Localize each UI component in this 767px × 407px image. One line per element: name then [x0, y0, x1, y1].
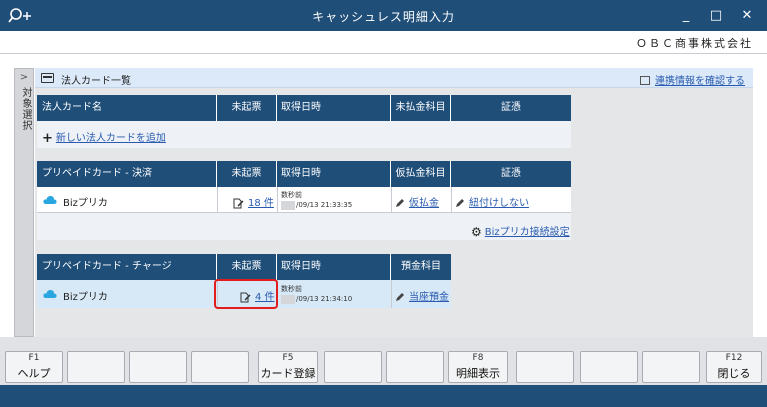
account-cell[interactable]: 仮払金	[395, 194, 439, 209]
f8-detail-view-button[interactable]: F8 明細表示	[448, 351, 508, 383]
fkey-button[interactable]	[191, 351, 249, 383]
section-header: 法人カード一覧 連携情報を確認する	[35, 68, 753, 88]
fkey-button[interactable]	[642, 351, 700, 383]
masked-year	[281, 294, 295, 304]
export-icon	[640, 76, 650, 85]
col-header: 証憑	[501, 102, 521, 113]
target-selection-panel[interactable]: > 対象選択	[14, 68, 34, 337]
cloud-icon	[43, 196, 57, 204]
table-header: プリペイドカード - チャージ 未起票 取得日時 預金科目	[37, 254, 451, 280]
divider	[0, 53, 767, 54]
card-name: Bizプリカ	[63, 198, 108, 209]
acquired-time: /09/13 21:34:10	[296, 295, 353, 303]
f5-card-register-button[interactable]: F5 カード登録	[258, 351, 318, 383]
gear-icon: ⚙	[471, 225, 482, 239]
table-row[interactable]: Bizプリカ 18 件 数秒前 /09/13 21:33:35 仮払金 紐付けし…	[37, 187, 571, 213]
expand-icon[interactable]: >	[15, 72, 33, 83]
function-key-bar: F1 ヘルプ F5 カード登録 F8 明細表示 F12 閉じる	[0, 337, 767, 385]
evidence-cell[interactable]: 紐付けしない	[455, 194, 529, 209]
fkey-label: ヘルプ	[17, 367, 51, 380]
fkey-number: F12	[725, 353, 743, 363]
title-bar: キャッシュレス明細入力 _ □ ✕	[0, 0, 767, 31]
credit-card-icon	[41, 73, 54, 83]
add-card-link[interactable]: 新しい法人カードを追加	[56, 133, 166, 144]
col-header: 取得日時	[277, 161, 391, 187]
col-divider	[451, 187, 452, 213]
add-card-row[interactable]: + 新しい法人カードを追加	[42, 129, 166, 146]
col-divider	[277, 187, 278, 213]
fkey-button[interactable]	[516, 351, 574, 383]
col-divider	[391, 187, 392, 213]
close-button[interactable]: ✕	[737, 6, 757, 26]
account-cell[interactable]: 当座預金	[395, 288, 449, 303]
section-title: 法人カード一覧	[61, 76, 131, 87]
fkey-button[interactable]	[129, 351, 187, 383]
highlight-box	[214, 279, 278, 309]
acquired-time-cell: 数秒前 /09/13 21:33:35	[281, 190, 352, 210]
fkey-label: 閉じる	[717, 367, 751, 380]
plus-icon: +	[42, 131, 53, 146]
mapping-info-link[interactable]: 連携情報を確認する	[655, 76, 745, 87]
fkey-number: F8	[472, 353, 484, 363]
fkey-label: 明細表示	[456, 367, 500, 380]
unposted-count-link[interactable]: 18 件	[248, 198, 274, 209]
account-link[interactable]: 当座預金	[409, 292, 449, 303]
fkey-number: F5	[282, 353, 294, 363]
table-header: 法人カード名 未起票 取得日時 未払金科目 証憑	[37, 95, 571, 121]
masked-year	[281, 200, 295, 210]
fkey-button[interactable]	[580, 351, 638, 383]
col-header: プリペイドカード - 決済	[37, 161, 217, 187]
col-divider	[391, 280, 392, 308]
acquired-time-cell: 数秒前 /09/13 21:34:10	[281, 284, 352, 304]
f1-help-button[interactable]: F1 ヘルプ	[5, 351, 63, 383]
prepaid-settlement-table: プリペイドカード - 決済 未起票 取得日時 仮払金科目 証憑 Bizプリカ 1…	[37, 161, 571, 240]
fkey-label: カード登録	[260, 367, 316, 380]
col-header: 仮払金科目	[391, 161, 451, 187]
col-header: 未起票	[217, 95, 277, 121]
col-header: 未起票	[217, 161, 277, 187]
acquired-time: /09/13 21:33:35	[296, 201, 353, 209]
fkey-number: F1	[28, 353, 40, 363]
pencil-icon	[396, 293, 404, 301]
cloud-icon	[43, 290, 57, 298]
col-header: 取得日時	[277, 254, 391, 280]
acquired-relative: 数秒前	[281, 285, 302, 293]
corporate-card-table: 法人カード名 未起票 取得日時 未払金科目 証憑 + 新しい法人カードを追加	[37, 95, 571, 148]
company-name: ＯＢＣ商事株式会社	[636, 37, 753, 50]
col-header: 未起票	[217, 254, 277, 280]
col-header: 証憑	[501, 168, 521, 179]
evidence-link[interactable]: 紐付けしない	[469, 198, 529, 209]
minimize-button[interactable]: _	[676, 6, 696, 26]
card-name: Bizプリカ	[63, 292, 108, 303]
fkey-button[interactable]	[67, 351, 125, 383]
col-header: 法人カード名	[37, 95, 217, 121]
window-title: キャッシュレス明細入力	[312, 10, 455, 24]
pencil-icon	[396, 199, 404, 207]
sidebar-label: 対象選択	[20, 87, 31, 131]
fkey-button[interactable]	[324, 351, 382, 383]
account-link[interactable]: 仮払金	[409, 198, 439, 209]
acquired-relative: 数秒前	[281, 191, 302, 199]
pencil-icon	[456, 199, 464, 207]
col-header: 未払金科目	[391, 95, 451, 121]
bizprica-settings-link[interactable]: Bizプリカ接続設定	[485, 227, 570, 238]
status-bar	[0, 385, 767, 407]
document-edit-icon	[233, 198, 244, 208]
col-divider	[217, 187, 218, 213]
mapping-info-link-wrap[interactable]: 連携情報を確認する	[640, 72, 745, 87]
col-header: 預金科目	[401, 261, 441, 272]
maximize-button[interactable]: □	[706, 6, 726, 26]
main-panel: 法人カード一覧 連携情報を確認する 法人カード名 未起票 取得日時 未払金科目 …	[35, 68, 753, 337]
col-header: 取得日時	[277, 95, 391, 121]
f12-close-button[interactable]: F12 閉じる	[706, 351, 762, 383]
unposted-count-cell[interactable]: 18 件	[233, 194, 274, 209]
col-header: プリペイドカード - チャージ	[37, 254, 217, 280]
fkey-button[interactable]	[386, 351, 444, 383]
bizprica-settings[interactable]: ⚙ Bizプリカ接続設定	[471, 223, 570, 239]
table-header: プリペイドカード - 決済 未起票 取得日時 仮払金科目 証憑	[37, 161, 571, 187]
